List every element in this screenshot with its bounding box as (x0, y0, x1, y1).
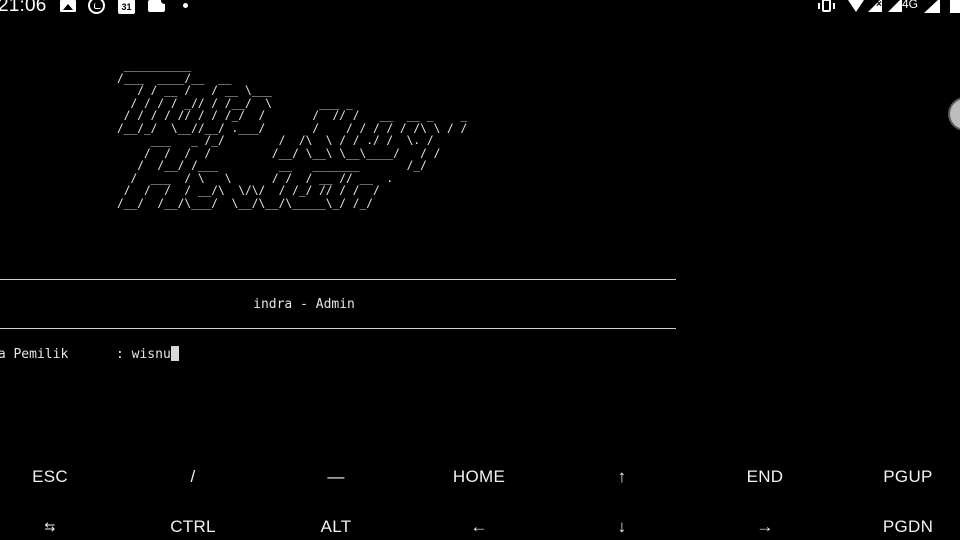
arrow-right-key[interactable]: → (705, 506, 825, 540)
arrow-down-key[interactable]: ↓ (562, 506, 682, 540)
network-type: 4G (902, 0, 919, 11)
gallery-icon (60, 0, 76, 12)
arrow-up-key[interactable]: ↑ (562, 456, 682, 498)
wifi-icon (848, 0, 864, 12)
divider-top (0, 279, 676, 280)
header-text: indra - Admin (253, 297, 355, 312)
terminal-cursor (170, 346, 179, 361)
prompt-separator: : (116, 347, 132, 362)
calendar-day: 31 (121, 2, 132, 12)
slash-key[interactable]: / (133, 456, 253, 498)
end-key[interactable]: END (705, 456, 825, 498)
arrow-left-key[interactable]: ← (419, 506, 539, 540)
pgdn-key[interactable]: PGDN (848, 506, 960, 540)
prompt-label: ma Pemilik (0, 347, 69, 362)
vibrate-icon (818, 0, 835, 12)
battery-icon (950, 0, 960, 13)
whatsapp-icon (88, 0, 105, 14)
divider-bottom (0, 328, 676, 329)
notification-dot-icon (183, 3, 188, 8)
signal-icon (888, 0, 902, 12)
ascii-banner: __________ /___ ____/__ __ / / __ / / __… (117, 59, 468, 210)
extra-keys-bar: ESC / — HOME ↑ END PGUP ⇆ CTRL ALT ← ↓ →… (0, 456, 960, 540)
no-signal-mark-icon: × (876, 0, 882, 10)
esc-key[interactable]: ESC (0, 456, 110, 498)
tab-key[interactable]: ⇆ (0, 506, 110, 540)
ctrl-key[interactable]: CTRL (133, 506, 253, 540)
pgup-key[interactable]: PGUP (848, 456, 960, 498)
signal-icon (924, 0, 940, 13)
home-key[interactable]: HOME (419, 456, 539, 498)
dash-key[interactable]: — (276, 456, 396, 498)
terminal-view[interactable]: __________ /___ ____/__ __ / / __ / / __… (0, 16, 960, 456)
status-bar: 21:06 31 × 4G (0, 0, 960, 16)
status-time: 21:06 (0, 0, 47, 16)
input-prompt[interactable]: ma Pemilik: wisnu (0, 346, 179, 363)
calendar-icon: 31 (118, 0, 135, 14)
prompt-value[interactable]: wisnu (132, 347, 171, 362)
alt-key[interactable]: ALT (276, 506, 396, 540)
termux-screen: 21:06 31 × 4G __________ /___ ____/__ __… (0, 0, 960, 540)
mail-icon (148, 0, 168, 12)
